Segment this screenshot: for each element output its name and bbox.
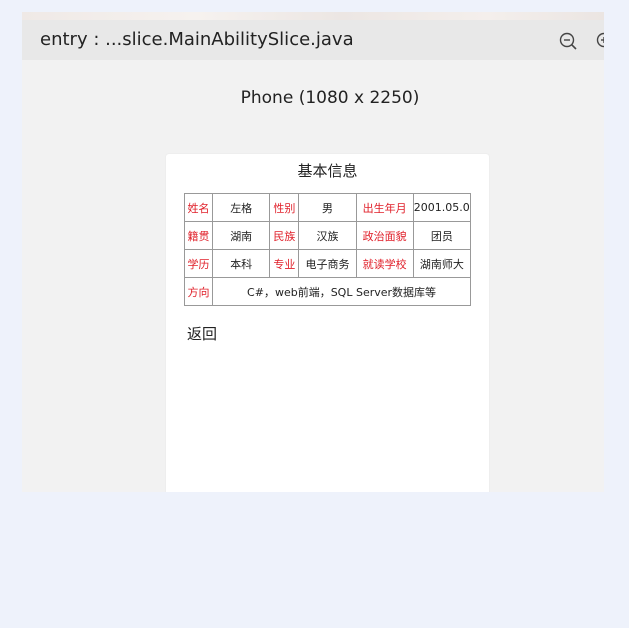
- page-title: 基本信息: [297, 162, 358, 180]
- zoom-in-icon[interactable]: [596, 32, 604, 50]
- table-row: 学历 本科 专业 电子商务 就读学校 湖南师大: [183, 249, 472, 278]
- field-value: 湖南: [212, 221, 271, 250]
- previewer-panel: entry : ...slice.MainAbilitySlice.java P…: [22, 20, 604, 492]
- window-top-strip: [22, 12, 604, 20]
- field-value: 左格: [212, 193, 271, 222]
- table-row: 方向 C#，web前端，SQL Server数据库等: [183, 277, 471, 306]
- field-value: 湖南师大: [412, 249, 472, 278]
- table-row: 姓名 左格 性别男出生年月 2001.05.01: [183, 193, 472, 222]
- field-label: 性别: [269, 193, 300, 222]
- zoom-out-icon[interactable]: [559, 32, 577, 50]
- field-value: 本科: [212, 249, 271, 278]
- field-label: 政治面貌: [355, 221, 414, 250]
- field-label: 籍贯: [183, 221, 214, 250]
- table-row: 籍贯 湖南 民族 汉族 政治面貌 团员: [183, 221, 472, 250]
- field-value: 男: [298, 193, 357, 222]
- device-label: Phone (1080 x 2250): [240, 88, 420, 108]
- phone-screen: 基本信息 姓名 左格 性别男出生年月 2001.05.01 籍贯 湖南 民族 汉族 政治面貌 团员…: [166, 154, 489, 492]
- field-label: 就读学校: [355, 249, 414, 278]
- field-value: 团员: [412, 221, 472, 250]
- previewer-header: entry : ...slice.MainAbilitySlice.java: [22, 20, 604, 60]
- previewer-title: entry : ...slice.MainAbilitySlice.java: [40, 29, 354, 50]
- field-value: 汉族: [298, 221, 357, 250]
- field-label: 方向: [183, 277, 214, 306]
- field-value: 2001.05.01: [412, 193, 472, 222]
- field-label: 姓名: [183, 193, 214, 222]
- field-label: 学历: [183, 249, 214, 278]
- field-value: 电子商务: [298, 249, 357, 278]
- info-table: 姓名 左格 性别男出生年月 2001.05.01 籍贯 湖南 民族 汉族 政治面貌 团员 学历 本科专…: [183, 193, 472, 306]
- field-label: 出生年月: [355, 193, 414, 222]
- field-label: 民族: [269, 221, 300, 250]
- field-label: 专业: [269, 249, 300, 278]
- back-button[interactable]: 返回: [187, 323, 217, 344]
- field-value: C#，web前端，SQL Server数据库等: [212, 277, 471, 306]
